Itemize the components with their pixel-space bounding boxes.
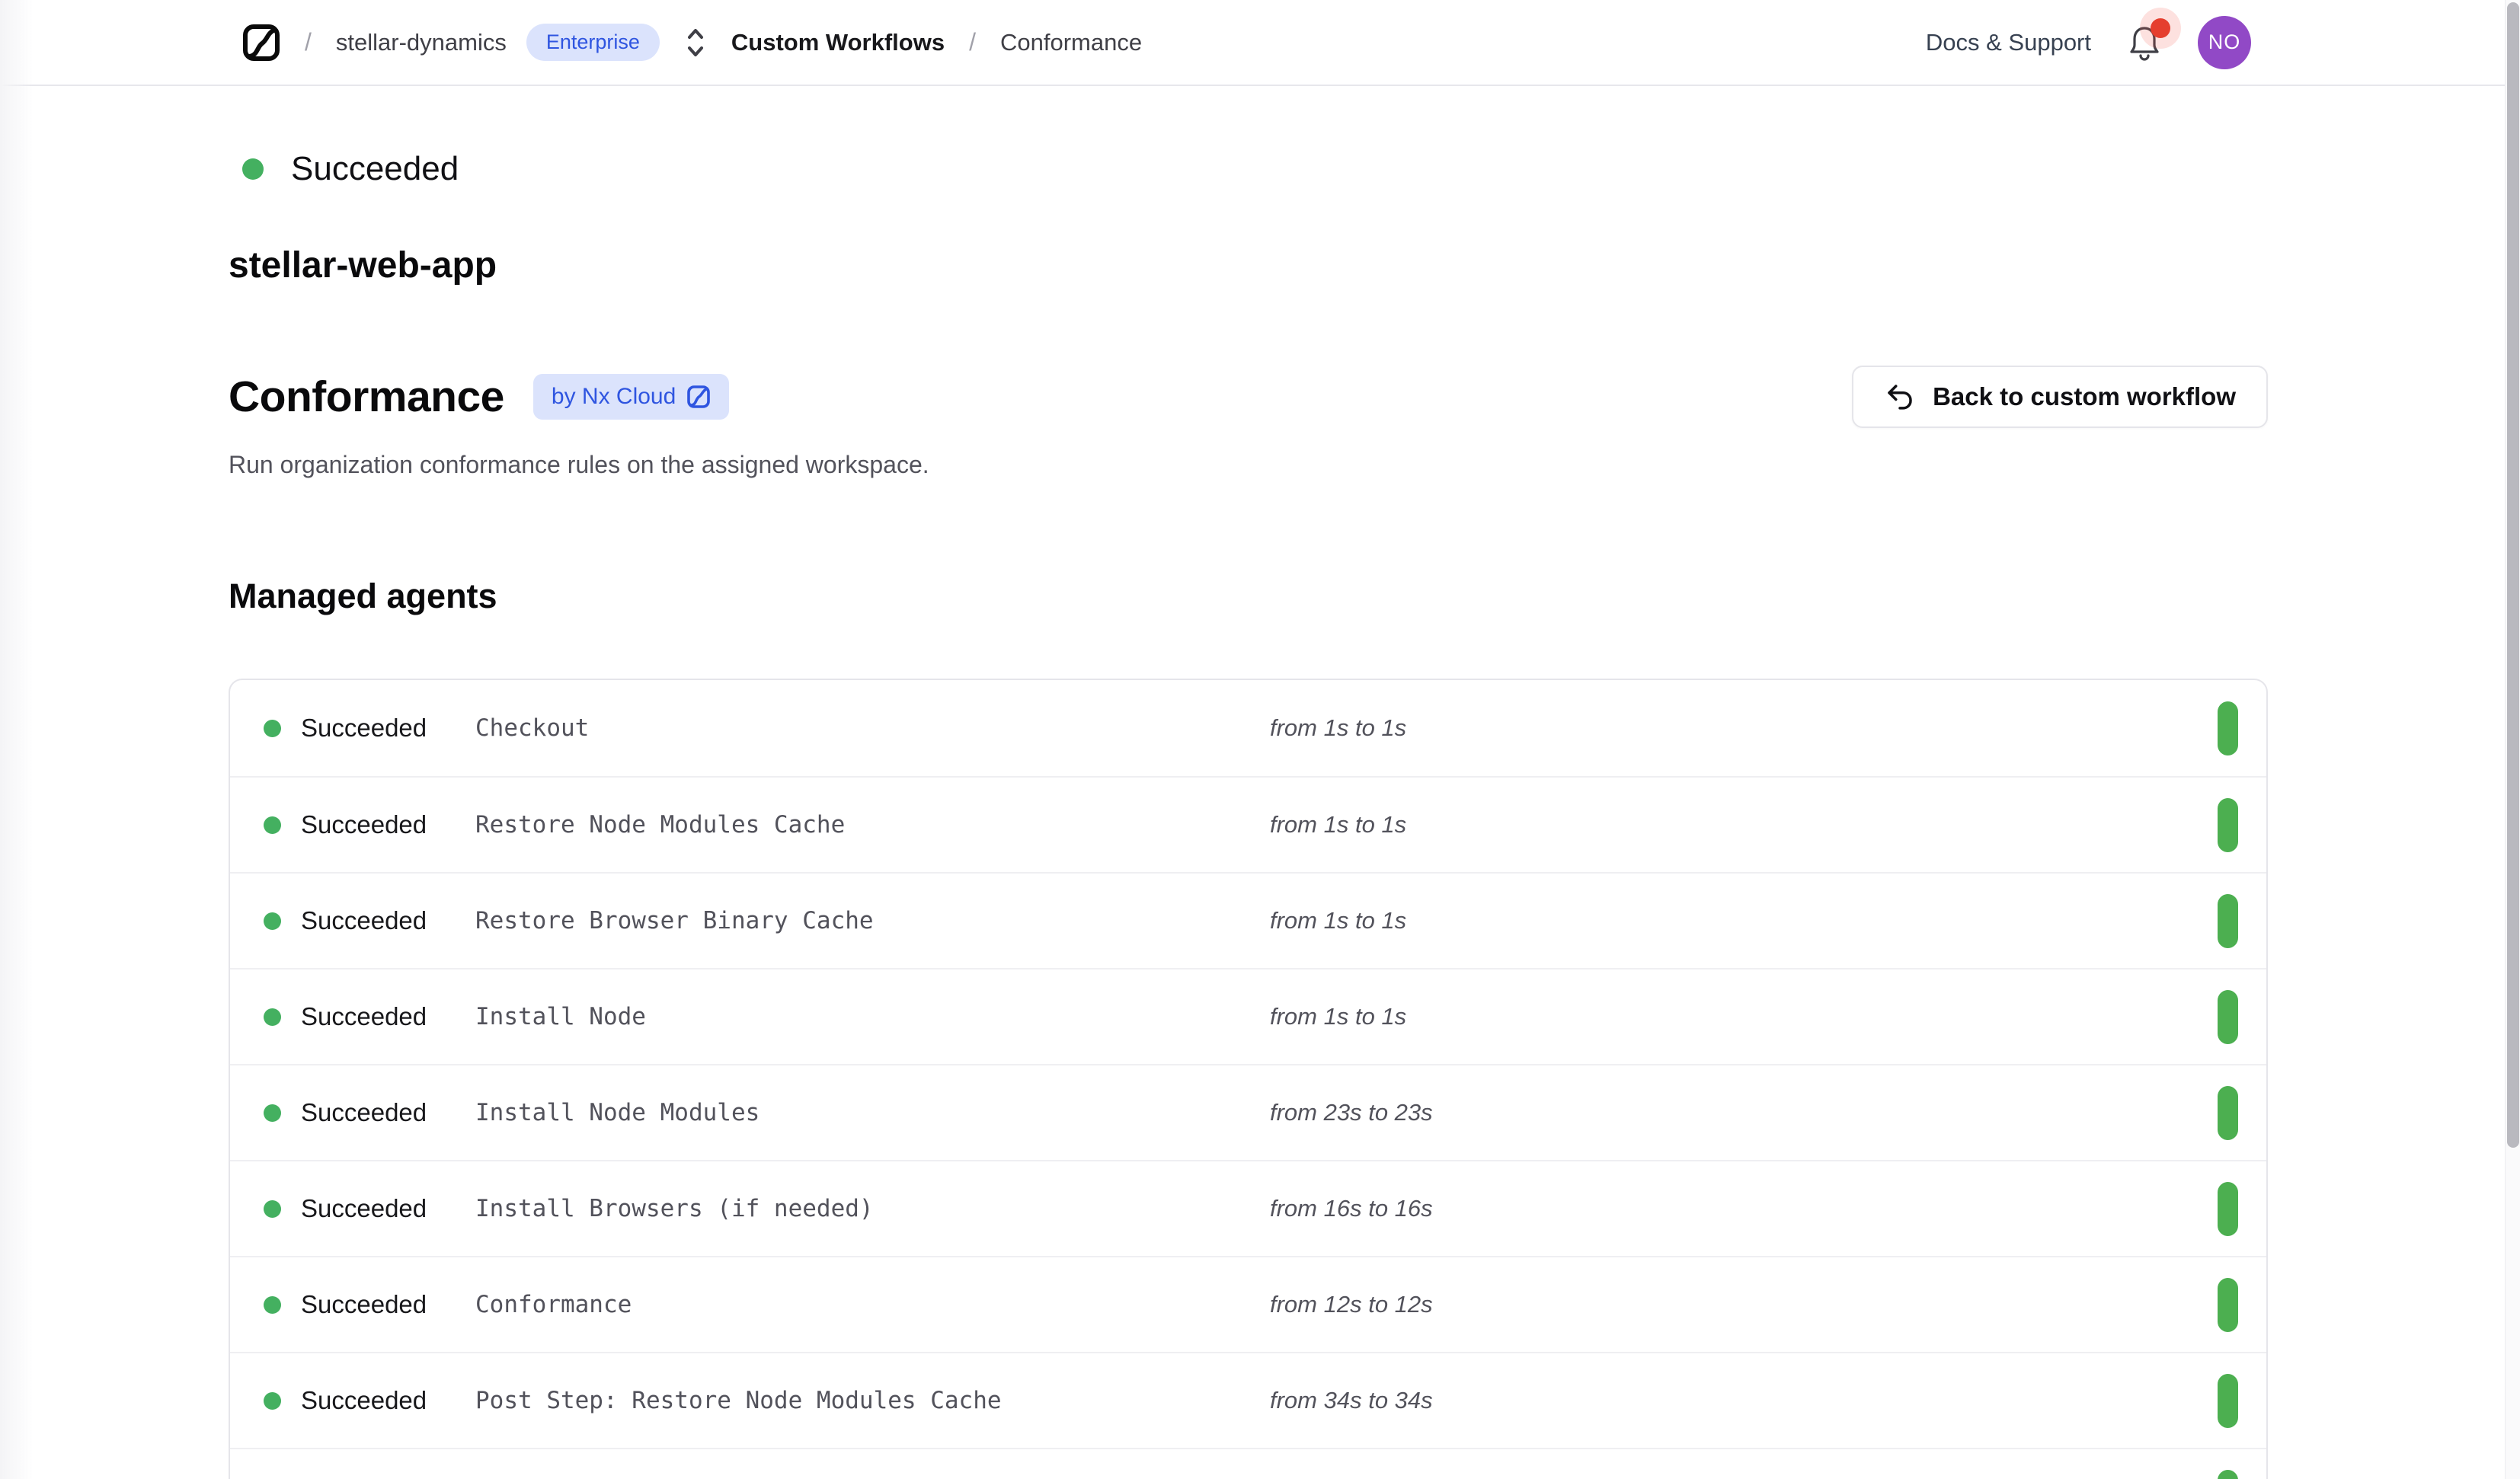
agent-step-row[interactable]: Succeeded Restore Browser Binary Cache f… [230,872,2266,968]
page-content: Succeeded stellar-web-app Conformance by… [0,150,2520,1479]
step-timeline-bar[interactable] [2218,1278,2238,1332]
step-status-label: Succeeded [301,1290,427,1319]
notification-dot [2151,18,2170,38]
step-status-label: Succeeded [301,1002,427,1031]
step-timeline-bar[interactable] [2218,990,2238,1044]
success-dot-icon [264,1200,281,1218]
top-navigation-bar: / stellar-dynamics Enterprise Custom Wor… [0,0,2520,86]
step-name: Install Browsers (if needed) [475,1195,1270,1222]
step-status: Succeeded [264,1098,475,1127]
step-name: Conformance [475,1291,1270,1318]
back-button-label: Back to custom workflow [1933,382,2236,411]
step-name: Install Node [475,1003,1270,1030]
notifications-button[interactable] [2128,24,2161,61]
step-name: Restore Browser Binary Cache [475,907,1270,934]
org-switcher-chevrons-icon[interactable] [684,27,707,59]
agent-steps-list: Succeeded Checkout from 1s to 1s Succeed… [229,679,2268,1479]
step-timeline-bar[interactable] [2218,1182,2238,1236]
step-status-label: Succeeded [301,1194,427,1223]
step-duration: from 16s to 16s [1270,1195,1433,1222]
step-duration: from 1s to 1s [1270,907,1406,934]
nx-cloud-small-logo-icon [686,385,711,409]
breadcrumb: / stellar-dynamics Enterprise Custom Wor… [242,24,1142,62]
step-status: Succeeded [264,1002,475,1031]
step-timeline-bar[interactable] [2218,894,2238,948]
workflow-header: Conformance by Nx Cloud Back to custom w… [229,366,2268,428]
step-name: Post Step: Restore Node Modules Cache [475,1387,1270,1414]
agent-step-row[interactable]: Succeeded Restore Node Modules Cache fro… [230,776,2266,872]
step-timeline-bar[interactable] [2218,1374,2238,1428]
workspace-title: stellar-web-app [229,244,2268,286]
by-nx-cloud-label: by Nx Cloud [552,384,676,410]
enterprise-badge: Enterprise [526,24,660,61]
workflow-description: Run organization conformance rules on th… [229,451,2268,479]
step-name: Checkout [475,714,1270,742]
header-actions: Docs & Support NO [1926,16,2251,69]
breadcrumb-section[interactable]: Custom Workflows [731,29,945,56]
success-status-dot-icon [242,158,264,180]
success-dot-icon [264,1104,281,1122]
breadcrumb-org[interactable]: stellar-dynamics [336,29,507,56]
step-timeline-bar[interactable] [2218,1470,2238,1479]
step-duration: from 1s to 1s [1270,714,1406,742]
managed-agents-heading: Managed agents [229,577,2268,616]
step-status: Succeeded [264,1194,475,1223]
agent-step-row[interactable]: Succeeded Checkout from 1s to 1s [230,680,2266,776]
agent-step-row[interactable]: Succeeded Post Step: Restore Node Module… [230,1352,2266,1448]
success-dot-icon [264,912,281,930]
step-duration: from 12s to 12s [1270,1291,1433,1318]
step-timeline-bar[interactable] [2218,701,2238,755]
agent-step-row[interactable]: Succeeded Install Browsers (if needed) f… [230,1160,2266,1256]
step-status: Succeeded [264,1386,475,1415]
undo-arrow-icon [1884,381,1916,413]
back-to-custom-workflow-button[interactable]: Back to custom workflow [1852,366,2268,428]
success-dot-icon [264,1008,281,1026]
run-status-label: Succeeded [291,150,459,188]
step-status-label: Succeeded [301,714,427,743]
step-status: Succeeded [264,810,475,839]
step-duration: from 1s to 1s [1270,1003,1406,1030]
step-status: Succeeded [264,906,475,935]
nx-cloud-logo-icon[interactable] [242,24,280,62]
step-status-label: Succeeded [301,1386,427,1415]
step-status-label: Succeeded [301,1098,427,1127]
step-status-label: Succeeded [301,810,427,839]
step-timeline-bar[interactable] [2218,1086,2238,1140]
avatar[interactable]: NO [2198,16,2251,69]
by-nx-cloud-badge[interactable]: by Nx Cloud [533,374,729,420]
agent-step-row[interactable]: Succeeded Install Node from 1s to 1s [230,968,2266,1064]
step-status: Succeeded [264,1290,475,1319]
scrollbar-thumb[interactable] [2507,2,2519,1148]
step-status: Succeeded [264,714,475,743]
breadcrumb-separator: / [300,28,316,56]
success-dot-icon [264,1296,281,1314]
success-dot-icon [264,816,281,834]
step-name: Restore Node Modules Cache [475,811,1270,839]
page-scrollbar[interactable] [2505,0,2520,1479]
success-dot-icon [264,720,281,737]
step-status-label: Succeeded [301,906,427,935]
breadcrumb-separator: / [964,28,980,56]
docs-support-link[interactable]: Docs & Support [1926,29,2091,56]
agent-step-row[interactable]: Succeeded Install Node Modules from 23s … [230,1064,2266,1160]
agent-step-row[interactable]: Succeeded Post Step: Restore Browser Bin… [230,1448,2266,1479]
step-duration: from 23s to 23s [1270,1099,1433,1126]
step-timeline-bar[interactable] [2218,798,2238,852]
success-dot-icon [264,1392,281,1410]
step-duration: from 34s to 34s [1270,1387,1433,1414]
breadcrumb-page[interactable]: Conformance [1000,29,1142,56]
run-status: Succeeded [229,150,2268,188]
page-title: Conformance [229,372,504,422]
step-name: Install Node Modules [475,1099,1270,1126]
agent-step-row[interactable]: Succeeded Conformance from 12s to 12s [230,1256,2266,1352]
step-duration: from 1s to 1s [1270,811,1406,839]
